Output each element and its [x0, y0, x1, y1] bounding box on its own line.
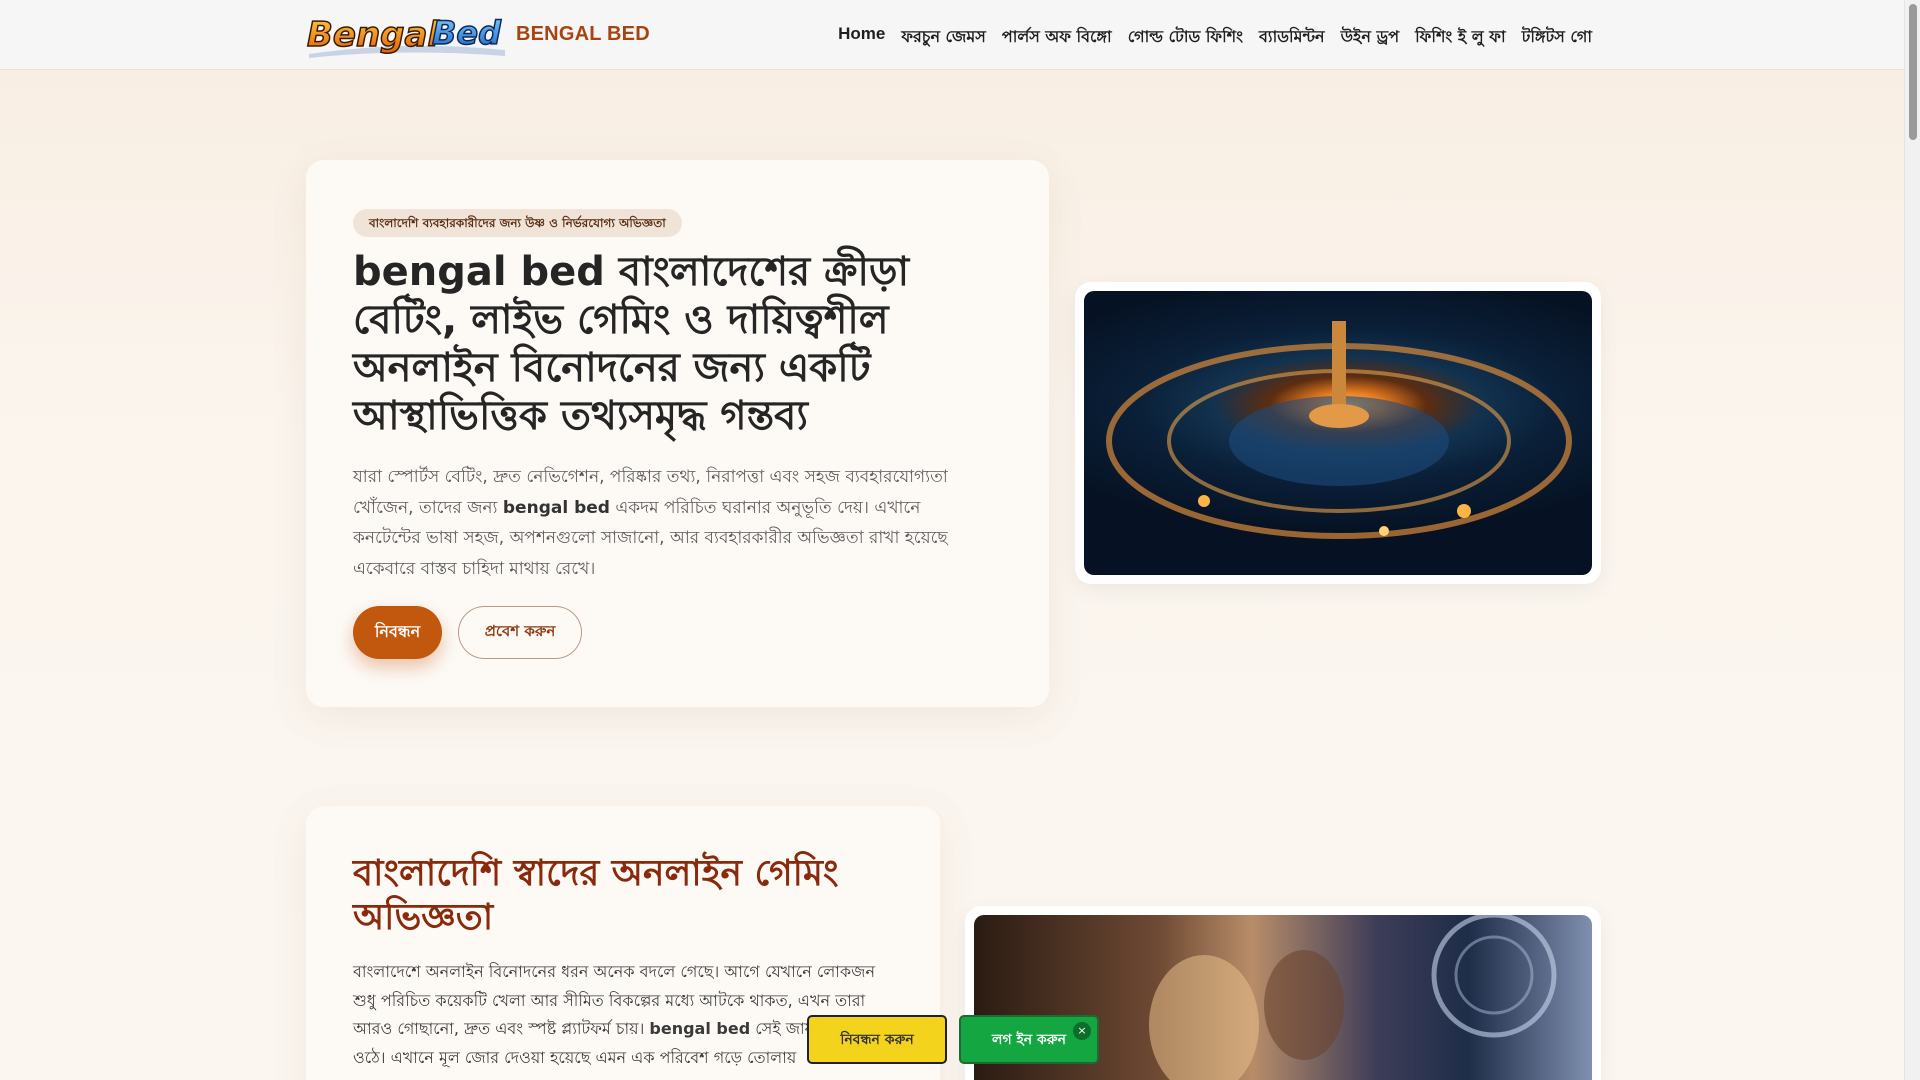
hero-card: বাংলাদেশি ব্যবহারকারীদের জন্য উষ্ণ ও নির… — [306, 160, 1049, 707]
hero-title: bengal bed বাংলাদেশের ক্রীড়া বেটিং, লাই… — [353, 249, 910, 439]
roulette-image — [1084, 291, 1592, 575]
nav-tongits-go[interactable]: টঙ্গিটস গো — [1522, 24, 1592, 51]
close-icon[interactable]: × — [1073, 1022, 1091, 1040]
page: Bengal Bed BENGAL BED Home ফরচুন জেমস পা… — [0, 0, 1920, 1080]
brand-name[interactable]: BENGAL BED — [516, 23, 650, 46]
nav-home[interactable]: Home — [838, 24, 885, 51]
section-text-bold: bengal bed — [649, 1019, 751, 1038]
page-scrollbar[interactable] — [1904, 0, 1920, 1080]
logo-text-bengal: Bengal — [307, 15, 440, 55]
section-title: বাংলাদেশি স্বাদের অনলাইন গেমিং অভিজ্ঞতা — [353, 853, 839, 938]
nav-fortune-gems[interactable]: ফরচুন জেমস — [901, 24, 986, 51]
nav-fishing-yi-lu-fa[interactable]: ফিশিং ই লু ফা — [1415, 24, 1506, 51]
logo-text-bed: Bed — [432, 14, 502, 52]
hero-text-bold: bengal bed — [502, 497, 610, 518]
nav-win-drop[interactable]: উইন ড্রপ — [1341, 24, 1400, 51]
main-nav: Home ফরচুন জেমস পার্লস অফ বিঙ্গো গোল্ড ট… — [838, 24, 1592, 51]
nav-gold-toad-fishing[interactable]: গোল্ড টোড ফিশিং — [1128, 24, 1243, 51]
floating-register-button[interactable]: নিবন্ধন করুন — [807, 1015, 947, 1064]
register-button[interactable]: নিবন্ধন — [353, 606, 442, 659]
bengalbed-logo[interactable]: Bengal Bed — [305, 10, 509, 58]
hero-description: যারা স্পোর্টস বেটিং, দ্রুত নেভিগেশন, পরি… — [353, 462, 993, 584]
hero-badge: বাংলাদেশি ব্যবহারকারীদের জন্য উষ্ণ ও নির… — [353, 209, 682, 237]
scrollbar-thumb[interactable] — [1909, 4, 1917, 140]
nav-badminton[interactable]: ব্যাডমিন্টন — [1259, 24, 1325, 51]
site-header: Bengal Bed BENGAL BED Home ফরচুন জেমস পা… — [0, 0, 1904, 70]
roulette-image-frame — [1075, 282, 1601, 584]
nav-pearls-of-bingo[interactable]: পার্লস অফ বিঙ্গো — [1002, 24, 1112, 51]
login-button[interactable]: প্রবেশ করুন — [458, 606, 582, 659]
